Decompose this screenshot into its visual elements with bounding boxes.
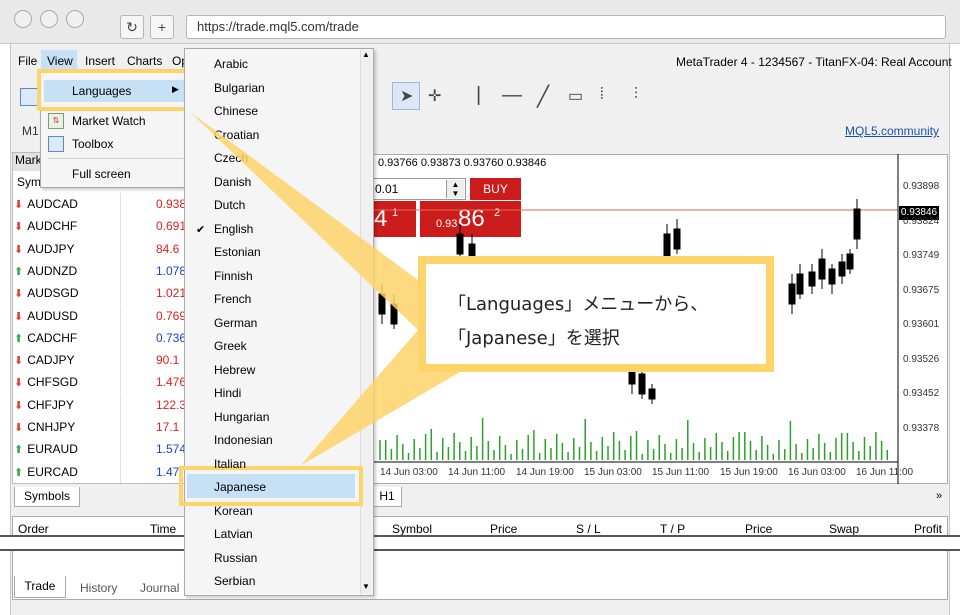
callout-line-1: 「Languages」メニューから、 <box>448 294 709 315</box>
callout-box: 「Languages」メニューから、 「Japanese」を選択 <box>418 256 774 372</box>
callout-text-area: 「Languages」メニューから、 「Japanese」を選択 <box>426 264 766 364</box>
callout-pointer-languages <box>190 112 418 330</box>
callout-line-2: 「Japanese」を選択 <box>448 328 620 349</box>
